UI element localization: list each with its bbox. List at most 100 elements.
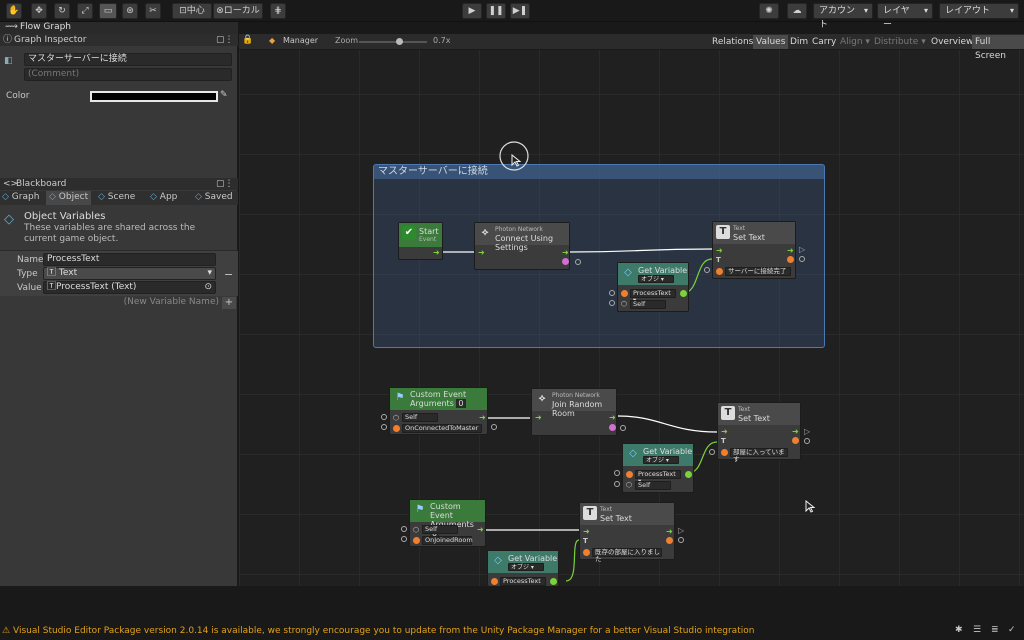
getvar1-variable-dropdown[interactable]: ProcessText ▾ xyxy=(630,289,676,304)
flow-out-port[interactable]: ➜ xyxy=(792,428,799,436)
unconnected-out-port[interactable] xyxy=(575,259,581,265)
bug-icon[interactable]: ✱ xyxy=(955,625,963,635)
value-out-port[interactable] xyxy=(550,578,557,585)
value-out-port[interactable] xyxy=(685,471,692,478)
getvar2-header: ◇ Get Variable オブジ ▾ xyxy=(623,444,693,466)
flow-in-port[interactable]: ➜ xyxy=(583,528,590,536)
flow-out-port[interactable]: ➜ xyxy=(479,414,486,422)
getvar3-variable-dropdown[interactable]: ProcessText ▾ xyxy=(500,577,546,592)
getvar1-self-field[interactable]: Self xyxy=(630,300,666,309)
text-in-port[interactable] xyxy=(583,549,590,556)
warning-icon: ⚠ xyxy=(2,626,11,636)
settext3-sub: Text xyxy=(600,506,613,513)
custom2-name-field[interactable]: OnJoinedRoom xyxy=(422,536,473,545)
checkmark-icon: ✔ xyxy=(402,226,416,240)
hollow-port[interactable] xyxy=(620,425,626,431)
text-icon: T xyxy=(583,506,597,520)
join-title: Join Random Room xyxy=(552,400,603,418)
settext3-header: T Text Set Text xyxy=(580,503,674,525)
get-variable-node-1[interactable]: ◇ Get Variable オブジ ▾ ProcessText ▾ ⬡ Sel… xyxy=(617,262,689,312)
flow-out-port[interactable]: ➜ xyxy=(609,414,616,422)
hollow-port[interactable] xyxy=(799,256,805,262)
get-variable-node-2[interactable]: ◇ Get Variable オブジ ▾ ProcessText ▾ ⬡ Sel… xyxy=(622,443,694,493)
value-out-port[interactable] xyxy=(680,290,687,297)
custom-event-node-2[interactable]: ⚑ Custom Event Arguments 0 ⬡ Self ➜ OnJo… xyxy=(409,499,486,547)
hollow-port[interactable] xyxy=(709,449,715,455)
flow-out-port[interactable]: ➜ xyxy=(787,247,794,255)
hollow-port[interactable] xyxy=(678,537,684,543)
settext2-value-field[interactable]: 部屋に入っています xyxy=(730,448,788,463)
getvar2-variable-dropdown[interactable]: ProcessText ▾ xyxy=(635,470,681,485)
join-header: ⟡ Photon Network Join Random Room xyxy=(532,389,616,418)
hollow-port[interactable] xyxy=(609,290,615,296)
name-in-port[interactable] xyxy=(626,471,633,478)
hollow-port[interactable] xyxy=(381,424,387,430)
custom-event-node-1[interactable]: ⚑ Custom Event Arguments 0 ⬡ Self ➜ OnCo… xyxy=(389,387,488,435)
hollow-port[interactable] xyxy=(609,300,615,306)
set-text-node-3[interactable]: T Text Set Text ➜ ➜ T 既存の部屋に入りました xyxy=(579,502,675,563)
custom1-name-field[interactable]: OnConnectedToMaster xyxy=(402,424,482,433)
join-random-room-node[interactable]: ⟡ Photon Network Join Random Room ➜ ➜ xyxy=(531,388,617,436)
getvar1-scope-dropdown[interactable]: オブジ ▾ xyxy=(638,275,674,283)
set-text-node-1[interactable]: T Text Set Text ➜ ➜ T サーバーに接続完了 xyxy=(712,221,796,279)
flow-out-port[interactable]: ➜ xyxy=(666,528,673,536)
flow-hollow-port[interactable]: ▷ xyxy=(678,526,684,535)
custom1-self-field[interactable]: Self xyxy=(402,413,438,422)
flow-hollow-port[interactable]: ▷ xyxy=(799,245,805,254)
result-out-port[interactable] xyxy=(609,424,616,431)
hollow-port[interactable] xyxy=(614,481,620,487)
text-in-port[interactable] xyxy=(716,268,723,275)
checkmark-circle-icon[interactable]: ✓ xyxy=(1008,625,1016,635)
getvar3-header: ◇ Get Variable オブジ ▾ xyxy=(488,551,558,573)
status-message[interactable]: Visual Studio Editor Package version 2.0… xyxy=(13,626,754,636)
hollow-port[interactable] xyxy=(804,438,810,444)
connect-using-settings-node[interactable]: ⟡ Photon Network Connect Using Settings … xyxy=(474,222,581,270)
text-target-icon: T xyxy=(583,537,588,545)
flow-line-connect-settext1 xyxy=(569,248,713,253)
hollow-port[interactable] xyxy=(491,424,497,430)
status-bar: ⚠ Visual Studio Editor Package version 2… xyxy=(0,586,1024,640)
text-out-port[interactable] xyxy=(792,437,799,444)
mouse-cursor-icon xyxy=(511,154,521,167)
hollow-port[interactable] xyxy=(614,470,620,476)
custom1-args-label: Arguments xyxy=(410,399,454,408)
flow-out-port[interactable]: ➜ xyxy=(433,249,440,257)
getvar2-self-field[interactable]: Self xyxy=(635,481,671,490)
photon-network-icon: ⟡ xyxy=(481,227,489,238)
text-out-port[interactable] xyxy=(787,256,794,263)
settext1-title: Set Text xyxy=(733,233,765,242)
name-in-port[interactable] xyxy=(393,425,400,432)
flow-in-port[interactable]: ➜ xyxy=(716,247,723,255)
getvar1-title: Get Variable xyxy=(638,266,688,275)
flow-hollow-port[interactable]: ▷ xyxy=(804,427,810,436)
name-in-port[interactable] xyxy=(621,290,628,297)
flow-in-port[interactable]: ➜ xyxy=(535,414,542,422)
layers-icon[interactable]: ≣ xyxy=(991,625,999,635)
settext3-value-field[interactable]: 既存の部屋に入りました xyxy=(592,548,662,563)
text-in-port[interactable] xyxy=(721,449,728,456)
start-event-node[interactable]: ✔ Start Event ➜ xyxy=(398,222,443,260)
result-out-port[interactable] xyxy=(562,258,569,265)
hollow-port[interactable] xyxy=(401,536,407,542)
flow-in-port[interactable]: ➜ xyxy=(721,428,728,436)
flow-out-port[interactable]: ➜ xyxy=(562,249,569,257)
gameobject-icon: ⬡ xyxy=(393,414,400,422)
name-in-port[interactable] xyxy=(491,578,498,585)
gameobject-icon: ⬡ xyxy=(626,481,633,489)
flow-in-port[interactable]: ➜ xyxy=(478,249,485,257)
database-icon[interactable]: ☰ xyxy=(973,625,981,635)
hollow-port[interactable] xyxy=(381,414,387,420)
custom1-arg-count[interactable]: 0 xyxy=(456,399,466,408)
settext1-value-field[interactable]: サーバーに接続完了 xyxy=(725,267,791,276)
getvar3-scope-dropdown[interactable]: オブジ ▾ xyxy=(508,563,544,571)
name-in-port[interactable] xyxy=(413,537,420,544)
variable-icon: ◇ xyxy=(494,555,502,566)
text-out-port[interactable] xyxy=(666,537,673,544)
set-text-node-2[interactable]: T Text Set Text ➜ ➜ T 部屋に入っています xyxy=(717,402,801,463)
hollow-port[interactable] xyxy=(401,526,407,532)
custom2-self-field[interactable]: Self xyxy=(422,525,458,534)
hollow-port[interactable] xyxy=(704,267,710,273)
getvar2-scope-dropdown[interactable]: オブジ ▾ xyxy=(643,456,679,464)
flow-out-port[interactable]: ➜ xyxy=(477,526,484,534)
get-variable-node-3[interactable]: ◇ Get Variable オブジ ▾ ProcessText ▾ xyxy=(487,550,559,592)
